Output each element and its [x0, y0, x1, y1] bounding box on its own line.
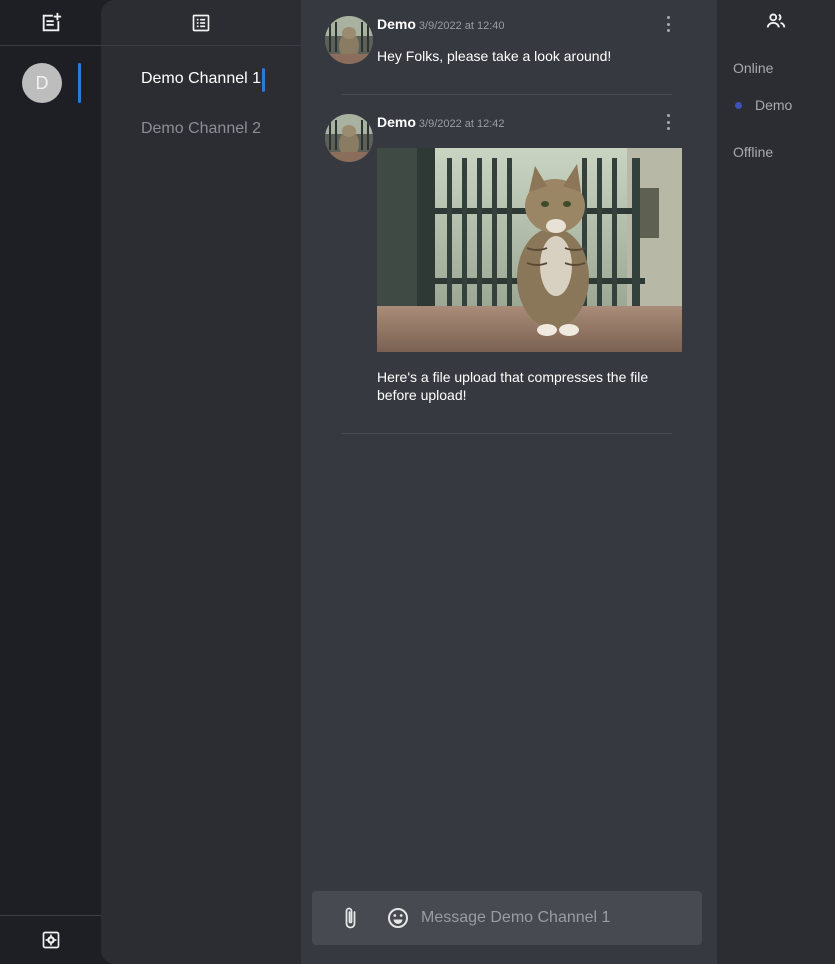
- paperclip-icon[interactable]: [338, 906, 362, 930]
- message-composer: [312, 891, 702, 945]
- channel-panel: Demo Channel 1 Demo Channel 2: [101, 0, 301, 964]
- message-options-button[interactable]: [665, 16, 671, 32]
- chat-area: Demo 3/9/2022 at 12:40 Hey Folks, please …: [301, 0, 717, 964]
- member-name: Demo: [755, 97, 793, 113]
- create-server-button[interactable]: [0, 0, 101, 46]
- message-header: Demo 3/9/2022 at 12:40: [377, 16, 505, 34]
- more-vert-icon: [666, 114, 670, 117]
- channel-list-header[interactable]: [101, 0, 301, 46]
- message-divider: [342, 433, 672, 434]
- active-channel-indicator: [262, 68, 265, 92]
- emoji-icon[interactable]: [386, 906, 410, 930]
- settings-icon: [42, 931, 59, 949]
- people-icon: [766, 13, 786, 28]
- message-image-attachment[interactable]: [377, 148, 682, 352]
- members-header[interactable]: [717, 0, 835, 42]
- avatar[interactable]: [325, 114, 373, 162]
- message: Demo 3/9/2022 at 12:40 Hey Folks, please …: [325, 16, 695, 76]
- message-timestamp: 3/9/2022 at 12:42: [418, 118, 505, 130]
- message-divider: [342, 94, 672, 95]
- message: Demo 3/9/2022 at 12:42 Here's a file upl…: [325, 114, 695, 414]
- active-server-indicator: [78, 63, 81, 103]
- server-rail: D: [0, 0, 101, 964]
- online-status-dot: [735, 101, 742, 109]
- more-vert-dot: [666, 127, 670, 130]
- more-vert-icon: [666, 16, 670, 19]
- more-vert-dot: [666, 120, 670, 124]
- message-timestamp: 3/9/2022 at 12:40: [418, 20, 505, 32]
- more-vert-dot: [666, 22, 670, 26]
- message-text: Here's a file upload that compresses the…: [377, 369, 649, 403]
- note-add-icon: [42, 12, 61, 31]
- settings-button[interactable]: [0, 915, 101, 964]
- avatar[interactable]: [325, 16, 373, 64]
- message-author[interactable]: Demo: [377, 114, 416, 130]
- message-text: Hey Folks, please take a look around!: [377, 48, 612, 64]
- message-input[interactable]: [421, 906, 691, 930]
- more-vert-dot: [666, 29, 670, 32]
- offline-heading: Offline: [733, 144, 774, 160]
- server-avatar[interactable]: D: [22, 63, 62, 103]
- message-author[interactable]: Demo: [377, 16, 416, 32]
- channel-item-demo-channel-2[interactable]: Demo Channel 2: [101, 120, 301, 138]
- message-options-button[interactable]: [665, 114, 671, 130]
- member-item[interactable]: Demo: [733, 97, 792, 113]
- members-panel: Online Demo Offline: [717, 0, 835, 964]
- online-heading: Online: [733, 60, 774, 76]
- channel-item-demo-channel-1[interactable]: Demo Channel 1: [101, 70, 301, 88]
- list-icon: [192, 14, 210, 31]
- message-header: Demo 3/9/2022 at 12:42: [377, 114, 505, 132]
